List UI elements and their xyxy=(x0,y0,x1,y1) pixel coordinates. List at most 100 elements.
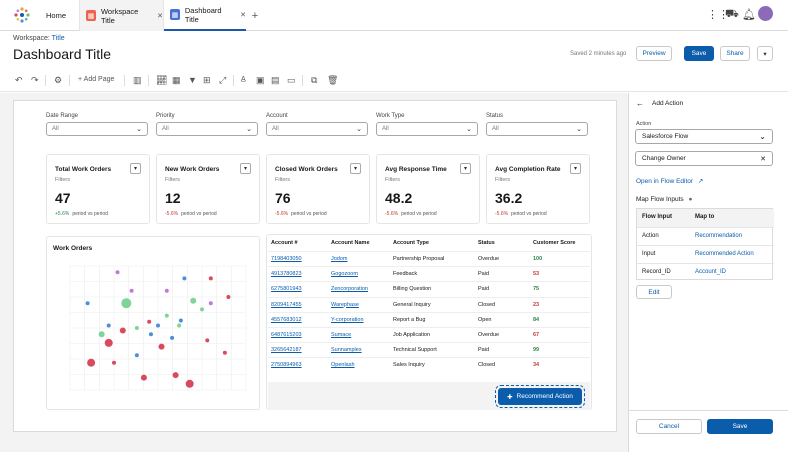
image-icon[interactable]: ▣ xyxy=(256,75,265,86)
scatter-point[interactable] xyxy=(208,276,213,281)
scatter-point[interactable] xyxy=(177,323,182,328)
account-number-link[interactable]: 6275801943 xyxy=(271,286,302,292)
map-to-link[interactable]: Recommended Action xyxy=(695,251,754,257)
cancel-button[interactable]: Cancel xyxy=(636,419,702,434)
filter-select[interactable]: All ⌄ xyxy=(376,122,478,136)
kpi-card[interactable]: New Work Orders ▾ Filters 12 -5.6% period vs … xyxy=(156,154,260,224)
column-header[interactable]: Account # xyxy=(271,240,298,246)
account-name-link[interactable]: Jodom xyxy=(331,256,348,262)
account-number-link[interactable]: 7198403050 xyxy=(271,256,302,262)
scatter-point[interactable] xyxy=(190,297,197,304)
tab-workspace[interactable]: ▦ Workspace Title ✕ xyxy=(79,0,164,31)
scatter-point[interactable] xyxy=(200,307,204,312)
account-name-link[interactable]: Openlash xyxy=(331,362,355,368)
scatter-point[interactable] xyxy=(164,288,169,293)
account-number-link[interactable]: 6487615203 xyxy=(271,332,302,338)
account-name-link[interactable]: Zencorporation xyxy=(331,286,368,292)
column-header[interactable]: Status xyxy=(478,240,495,246)
scatter-point[interactable] xyxy=(185,379,194,388)
table-icon[interactable]: ▦ xyxy=(172,75,181,86)
scatter-point[interactable] xyxy=(164,313,169,318)
scatter-point[interactable] xyxy=(119,327,126,334)
scatter-point[interactable] xyxy=(222,350,227,355)
kpi-card[interactable]: Closed Work Orders ▾ Filters 76 -5.6% period … xyxy=(266,154,370,224)
chevron-down-icon[interactable]: ▾ xyxy=(350,163,361,174)
scatter-point[interactable] xyxy=(172,372,179,379)
column-header[interactable]: Account Type xyxy=(393,240,429,246)
redo-icon[interactable]: ↷ xyxy=(31,75,39,86)
avatar[interactable] xyxy=(758,6,773,21)
scatter-point[interactable] xyxy=(226,295,231,299)
share-button[interactable]: Share xyxy=(720,46,750,61)
chevron-down-icon[interactable]: ▾ xyxy=(570,163,581,174)
scatter-point[interactable] xyxy=(182,276,187,281)
filter-icon[interactable]: ▼ xyxy=(188,75,197,85)
more-options-button[interactable]: ▾ xyxy=(757,46,773,61)
recommend-action-button[interactable]: ✚ Recommend Action xyxy=(495,385,585,408)
account-number-link[interactable]: 4557683012 xyxy=(271,317,302,323)
tab-home[interactable]: Home xyxy=(46,0,66,31)
account-name-link[interactable]: Y-corporation xyxy=(331,317,364,323)
back-arrow-icon[interactable]: ← xyxy=(636,99,644,108)
scatter-point[interactable] xyxy=(104,338,113,347)
kpi-card[interactable]: Total Work Orders ▾ Filters 47 +5.6% period v… xyxy=(46,154,150,224)
delete-icon[interactable]: 🗑︎ xyxy=(327,75,338,86)
scatter-point[interactable] xyxy=(106,323,111,328)
bell-icon[interactable]: 🔔︎ xyxy=(742,8,756,21)
layout-icon[interactable]: ▥ xyxy=(133,75,142,86)
settings-icon[interactable]: ⚙ xyxy=(54,75,62,86)
scatter-point[interactable] xyxy=(140,374,147,381)
scatter-point[interactable] xyxy=(115,270,120,275)
save-button[interactable]: Save xyxy=(684,46,714,61)
component-icon[interactable]: ⊞ xyxy=(203,75,211,86)
kpi-card[interactable]: Avg Completion Rate ▾ Filters 36.2 -5.6% peri… xyxy=(486,154,590,224)
clear-icon[interactable]: ✕ xyxy=(760,155,766,163)
account-number-link[interactable]: 3265642187 xyxy=(271,347,302,353)
scatter-point[interactable] xyxy=(156,323,160,328)
scatter-point[interactable] xyxy=(208,301,213,306)
chevron-down-icon[interactable]: ▾ xyxy=(130,163,141,174)
map-to-link[interactable]: Account_ID xyxy=(695,269,726,275)
scatter-point[interactable] xyxy=(205,338,210,343)
chevron-down-icon[interactable]: ▾ xyxy=(240,163,251,174)
media-icon[interactable]: ▤ xyxy=(271,75,280,86)
car-icon[interactable]: ⛟ xyxy=(725,8,739,22)
scatter-point[interactable] xyxy=(178,318,183,323)
chevron-down-icon[interactable]: ▾ xyxy=(460,163,471,174)
scatter-point[interactable] xyxy=(85,301,90,306)
preview-button[interactable]: Preview xyxy=(636,46,672,61)
scatter-point[interactable] xyxy=(98,331,105,338)
app-logo-icon[interactable] xyxy=(13,6,31,24)
map-to-link[interactable]: Recommendation xyxy=(695,233,742,239)
account-name-link[interactable]: Sunnamplex xyxy=(331,347,362,353)
column-header[interactable]: Account Name xyxy=(331,240,370,246)
account-name-link[interactable]: Warephase xyxy=(331,302,359,308)
undo-icon[interactable]: ↶ xyxy=(15,75,23,86)
add-page-button[interactable]: + Add Page xyxy=(78,76,114,83)
scatter-point[interactable] xyxy=(134,353,139,358)
breadcrumb-link[interactable]: Title xyxy=(52,35,65,42)
scatter-point[interactable] xyxy=(121,298,132,309)
filter-select[interactable]: All ⌄ xyxy=(486,122,588,136)
account-number-link[interactable]: 4913780823 xyxy=(271,271,302,277)
chart-icon[interactable]: 📈︎ xyxy=(156,75,167,86)
filter-select[interactable]: All ⌄ xyxy=(266,122,368,136)
copy-icon[interactable]: ⧉ xyxy=(311,75,317,86)
scatter-point[interactable] xyxy=(129,288,134,293)
account-number-link[interactable]: 8209417455 xyxy=(271,302,302,308)
container-icon[interactable]: ▭ xyxy=(287,75,296,86)
column-header[interactable]: Customer Score xyxy=(533,240,576,246)
text-icon[interactable]: A̲ xyxy=(241,76,246,83)
filter-select[interactable]: All ⌄ xyxy=(156,122,258,136)
expand-icon[interactable]: ⤢ xyxy=(219,75,226,86)
tab-dashboard[interactable]: ▦ Dashboard Title ✕ xyxy=(164,0,246,31)
action-select[interactable]: Salesforce Flow ⌄ xyxy=(635,129,773,144)
scatter-point[interactable] xyxy=(148,332,153,337)
scatter-point[interactable] xyxy=(158,343,165,350)
flow-select[interactable]: Change Owner ✕ xyxy=(635,151,773,166)
close-icon[interactable]: ✕ xyxy=(157,12,163,20)
scatter-point[interactable] xyxy=(112,360,116,365)
scatter-point[interactable] xyxy=(170,335,175,340)
account-number-link[interactable]: 2750894963 xyxy=(271,362,302,368)
scatter-point[interactable] xyxy=(87,358,96,367)
